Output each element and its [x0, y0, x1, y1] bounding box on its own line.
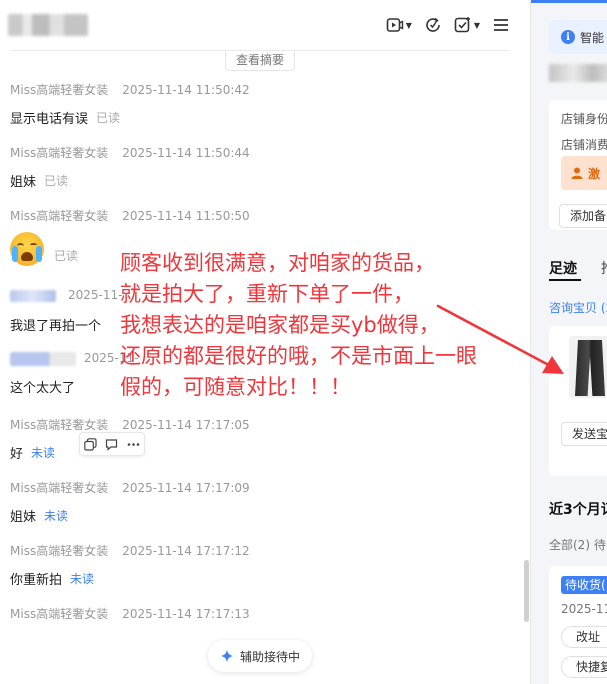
menu-button[interactable]: [492, 14, 510, 36]
view-summary-button[interactable]: 查看摘要: [225, 51, 295, 71]
chevron-down-icon: ▼: [473, 20, 480, 30]
chat-scrollbar[interactable]: [524, 560, 529, 622]
message-sender: Miss高端轻奢女装: [10, 607, 109, 621]
send-product-button[interactable]: 发送宝: [561, 422, 607, 446]
vip-tag: 激: [561, 156, 607, 190]
tab-footprint[interactable]: 足迹: [549, 258, 577, 278]
chat-message: 2025-11- 我退了再拍一个: [10, 288, 122, 334]
store-consume-label: 店铺消费: [561, 138, 607, 152]
assist-reception-button[interactable]: 辅助接待中: [208, 640, 312, 672]
chat-message: Miss高端轻奢女装 2025-11-14 17:17:09 姐妹 未读: [10, 479, 250, 525]
read-status: 已读: [44, 174, 69, 188]
order-status-badge: 待收货(: [561, 576, 607, 594]
store-identity-label: 店铺身份: [561, 112, 607, 126]
store-info-card: 店铺身份 店铺消费 激 添加备: [549, 100, 607, 230]
message-sender: Miss高端轻奢女装: [10, 83, 109, 97]
customer-name-blurred: [10, 351, 76, 366]
message-time: 2025-11-14 11:50:50: [122, 209, 250, 223]
unread-status: 未读: [70, 572, 95, 586]
tab-recommend[interactable]: 推: [601, 258, 607, 278]
sparkle-icon: [220, 649, 234, 663]
add-note-button[interactable]: 添加备: [559, 204, 607, 228]
order-card: 待收货( 2025-11- 改址 快捷复: [549, 566, 607, 684]
message-text[interactable]: 显示电话有误: [10, 108, 88, 127]
message-sender: Miss高端轻奢女装: [10, 481, 109, 495]
message-text[interactable]: 你重新拍: [10, 569, 62, 588]
chat-message: Miss高端轻奢女装 2025-11-14 11:50:44 姐妹 已读: [10, 144, 250, 190]
info-icon: i: [561, 30, 575, 44]
checkbox-plus-icon: [454, 17, 470, 33]
message-time: 2025-11-14 17:17:05: [122, 418, 250, 432]
message-sender: Miss高端轻奢女装: [10, 544, 109, 558]
unread-status: 未读: [44, 509, 69, 523]
message-sender: Miss高端轻奢女装: [10, 209, 109, 223]
chevron-down-icon: ▼: [405, 20, 412, 30]
check-task-button[interactable]: ▼: [454, 14, 480, 36]
order-date: 2025-11-: [561, 602, 607, 616]
vip-tag-label: 激: [588, 166, 601, 181]
message-time: 2025-11-14 17:17:09: [122, 481, 250, 495]
message-text[interactable]: 这个太大了: [10, 377, 75, 396]
message-hover-toolbar: [79, 432, 145, 456]
customer-id-blurred: [549, 64, 607, 82]
message-time: 2025-11-14 17:17:13: [122, 607, 250, 621]
user-icon: [571, 167, 583, 179]
quote-reply-icon[interactable]: [105, 437, 119, 451]
panel-accent-bar: [531, 0, 607, 3]
chat-header: ▼ ▼: [0, 0, 530, 50]
crying-face-icon[interactable]: [10, 232, 44, 266]
chat-message: Miss高端轻奢女装 2025-11-14 11:50:42 显示电话有误 已读: [10, 81, 250, 127]
read-status: 已读: [96, 111, 121, 125]
order-filter-tabs[interactable]: 全部(2) 待: [549, 536, 606, 553]
read-status: 已读: [54, 248, 79, 263]
message-time: 2025-11-: [68, 288, 123, 302]
customer-name-blurred: [8, 14, 88, 36]
message-text[interactable]: 好: [10, 443, 23, 462]
refresh-button[interactable]: [424, 14, 442, 36]
message-time: 2025-11-14 11:50:42: [122, 83, 250, 97]
video-icon: [386, 18, 403, 32]
change-address-button[interactable]: 改址: [561, 626, 607, 648]
message-sender: Miss高端轻奢女装: [10, 418, 109, 432]
message-time: 2025-11-14 17:17:12: [122, 544, 250, 558]
assist-label: 辅助接待中: [239, 649, 300, 664]
message-sender: Miss高端轻奢女装: [10, 146, 109, 160]
chat-toolbar: ▼ ▼: [386, 14, 510, 36]
chat-message: Miss高端轻奢女装 2025-11-14 17:17:12 你重新拍 未读: [10, 542, 250, 588]
smart-label: 智能: [580, 30, 605, 45]
message-text[interactable]: 姐妹: [10, 506, 36, 525]
recent-orders-title: 近3个月订: [549, 502, 607, 518]
unread-status: 未读: [31, 446, 56, 460]
refresh-icon: [426, 17, 440, 32]
customer-name-blurred: [10, 289, 56, 302]
message-text[interactable]: 我退了再拍一个: [10, 315, 101, 334]
message-time: 2025-11-14 11:50:44: [122, 146, 250, 160]
quick-copy-button[interactable]: 快捷复: [561, 656, 607, 678]
annotation-line: 顾客收到很满意，对咱家的货品，: [120, 251, 435, 275]
active-tab-indicator: [549, 279, 581, 281]
copy-icon[interactable]: [84, 437, 98, 451]
video-button[interactable]: ▼: [386, 14, 412, 36]
chat-message: Miss高端轻奢女装 2025-11-14 17:17:13: [10, 605, 250, 622]
hamburger-menu-icon: [494, 19, 508, 31]
smart-assistant-card[interactable]: i 智能: [549, 20, 607, 54]
annotation-arrow-icon: [436, 304, 564, 374]
product-thumbnail[interactable]: [569, 336, 607, 398]
more-options-icon[interactable]: [126, 437, 140, 451]
message-text[interactable]: 姐妹: [10, 171, 36, 190]
